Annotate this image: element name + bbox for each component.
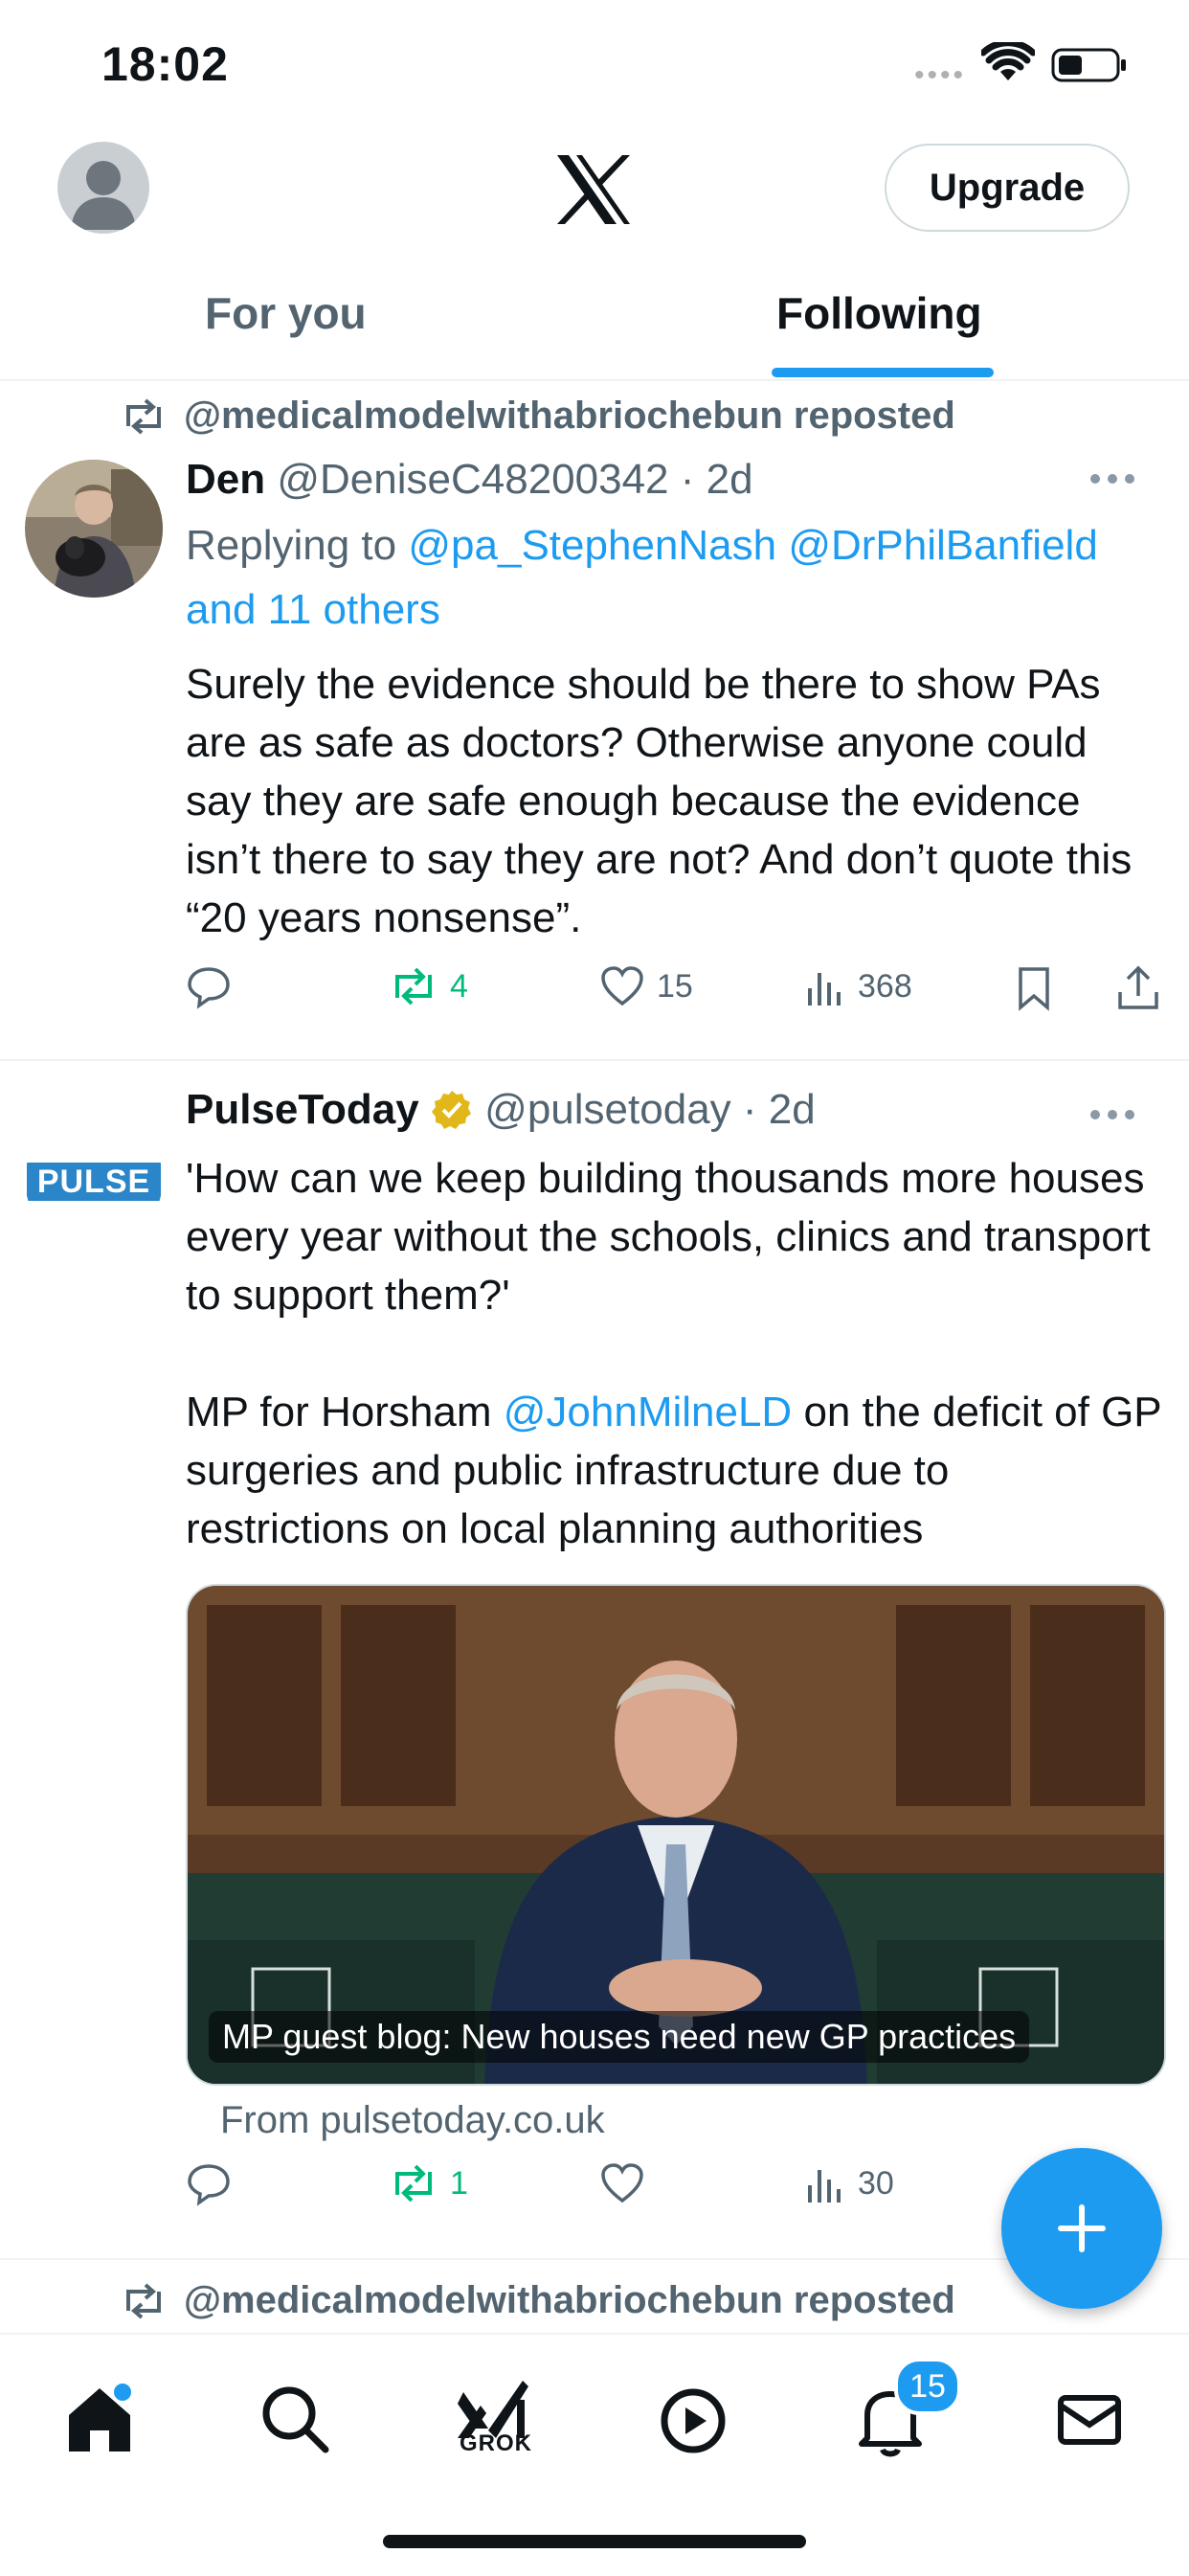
cellular-signal-icon: •••• (914, 59, 967, 91)
display-name[interactable]: PulseToday (186, 1086, 419, 1133)
home-indicator[interactable] (383, 2535, 806, 2548)
like-button[interactable]: 15 (599, 965, 693, 1007)
more-options-icon[interactable] (1089, 1109, 1135, 1120)
heart-icon (601, 966, 643, 1006)
mention-link[interactable]: @JohnMilneLD (504, 1389, 792, 1435)
nav-videos[interactable] (645, 2371, 741, 2467)
status-bar: 18:02 •••• (0, 0, 1189, 124)
repost-label: @medicalmodelwithabriochebun reposted (121, 395, 955, 438)
user-photo (25, 460, 163, 598)
home-icon (69, 2388, 130, 2452)
replying-more-link[interactable]: and 11 others (186, 586, 440, 633)
retweet-icon (395, 967, 432, 1006)
bookmark-icon[interactable] (1015, 965, 1053, 1011)
card-caption: MP guest blog: New houses need new GP pr… (209, 2011, 1030, 2063)
repost-text: @medicalmodelwithabriochebun reposted (184, 2279, 955, 2321)
tweet-partial[interactable]: @medicalmodelwithabriochebun reposted (0, 2260, 1189, 2333)
wifi-icon (981, 42, 1035, 80)
avatar[interactable]: PULSE (25, 1111, 163, 1249)
tweet-text: Surely the evidence should be there to s… (186, 661, 1133, 941)
retweet-button[interactable]: 1 (389, 2162, 468, 2204)
battery-icon (1051, 48, 1126, 82)
tweet-time: · 2d (680, 456, 753, 503)
avatar[interactable] (25, 460, 163, 598)
top-header: Upgrade (0, 124, 1189, 259)
view-count: 368 (858, 967, 912, 1005)
replying-mentions[interactable]: @pa_StephenNash @DrPhilBanfield (408, 522, 1097, 569)
retweet-icon (126, 2282, 161, 2319)
tweet-actions: 4 15 368 (186, 965, 1162, 1023)
display-name[interactable]: Den (186, 456, 265, 503)
share-icon[interactable] (1116, 965, 1160, 1011)
like-count: 15 (657, 967, 693, 1005)
user-handle[interactable]: @DeniseC48200342 (277, 456, 668, 503)
link-card-image[interactable]: MP guest blog: New houses need new GP pr… (186, 1584, 1166, 2086)
card-source[interactable]: From pulsetoday.co.uk (220, 2099, 605, 2142)
analytics-icon (808, 2170, 841, 2203)
reply-icon (188, 2164, 230, 2206)
view-count: 30 (858, 2164, 894, 2202)
retweet-count: 1 (450, 2164, 468, 2202)
views-button[interactable]: 368 (804, 965, 912, 1007)
retweet-button[interactable]: 4 (389, 965, 468, 1007)
views-button[interactable]: 30 (804, 2162, 894, 2204)
nav-messages[interactable] (1042, 2371, 1137, 2467)
like-button[interactable] (599, 2162, 657, 2204)
user-handle[interactable]: @pulsetoday (484, 1086, 731, 1133)
more-options-icon[interactable] (1089, 473, 1135, 485)
tweet-pulsetoday[interactable]: PULSE PulseToday @pulsetoday · 2d 'How c… (0, 1061, 1189, 2258)
nav-home[interactable] (52, 2371, 147, 2467)
tweet-header: Den @DeniseC48200342 · 2d (186, 456, 753, 504)
analytics-icon (808, 973, 841, 1006)
reply-icon (188, 967, 230, 1009)
tab-for-you[interactable]: For you (205, 287, 367, 339)
notifications-badge: 15 (894, 2358, 961, 2415)
repost-label: @medicalmodelwithabriochebun reposted (121, 2279, 955, 2322)
upgrade-button[interactable]: Upgrade (885, 144, 1130, 232)
compose-button[interactable] (1001, 2148, 1162, 2309)
replying-prefix: Replying to (186, 522, 397, 569)
text-prefix: MP for Horsham (186, 1389, 492, 1435)
home-unread-dot (111, 2381, 134, 2404)
x-logo-icon[interactable] (555, 153, 632, 226)
timeline-tabs: For you Following (0, 259, 1189, 381)
avatar-text: PULSE (36, 1164, 151, 1200)
tweet-text-body: MP for Horsham @JohnMilneLD on the defic… (186, 1383, 1162, 1558)
tab-following[interactable]: Following (776, 287, 982, 339)
search-icon (262, 2386, 329, 2453)
mail-icon (1058, 2395, 1121, 2445)
retweet-icon (395, 2164, 432, 2203)
tweet-den[interactable]: @medicalmodelwithabriochebun reposted De… (0, 381, 1189, 1059)
tweet-time: · 2d (742, 1086, 816, 1133)
replying-to: Replying to @pa_StephenNash @DrPhilBanfi… (186, 513, 1162, 642)
grok-label: GROK (460, 2430, 532, 2456)
verified-badge-icon (431, 1091, 471, 1129)
heart-icon (601, 2163, 643, 2203)
retweet-count: 4 (450, 967, 468, 1005)
status-time: 18:02 (101, 37, 229, 91)
repost-text: @medicalmodelwithabriochebun reposted (184, 395, 955, 437)
play-circle-icon (661, 2388, 726, 2453)
nav-search[interactable] (247, 2371, 343, 2467)
retweet-icon (126, 397, 161, 435)
profile-avatar[interactable] (57, 142, 149, 234)
reply-button[interactable] (186, 2162, 243, 2206)
tweet-header: PulseToday @pulsetoday · 2d (186, 1086, 816, 1134)
news-photo (188, 1586, 1164, 2084)
active-tab-indicator (772, 368, 994, 377)
reply-button[interactable] (186, 965, 243, 1009)
default-user-icon (71, 161, 136, 230)
plus-icon (1058, 2204, 1106, 2252)
tweet-text-quote: 'How can we keep building thousands more… (186, 1155, 1151, 1319)
